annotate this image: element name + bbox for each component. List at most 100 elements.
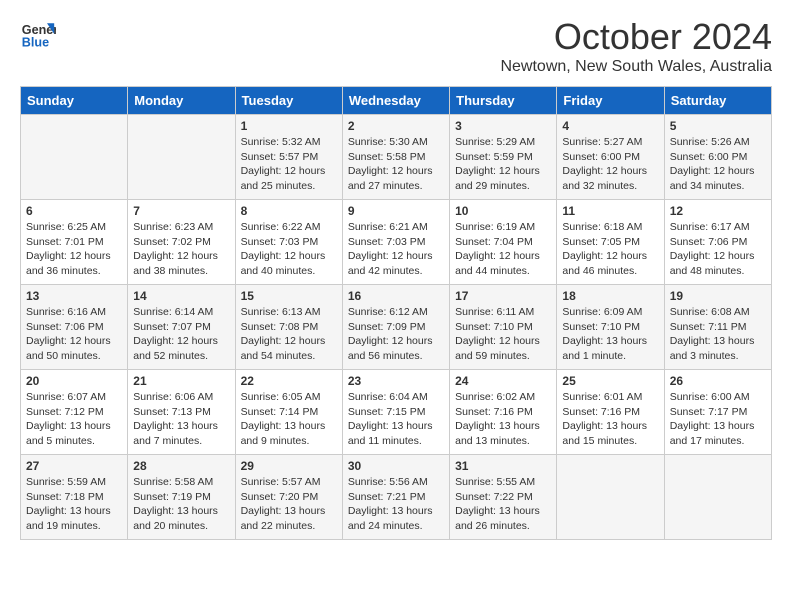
- calendar-cell: 22 Sunrise: 6:05 AM Sunset: 7:14 PM Dayli…: [235, 370, 342, 455]
- day-content: Sunrise: 6:14 AM Sunset: 7:07 PM Dayligh…: [133, 305, 229, 364]
- day-content: Sunrise: 6:01 AM Sunset: 7:16 PM Dayligh…: [562, 390, 658, 449]
- calendar-cell: 17 Sunrise: 6:11 AM Sunset: 7:10 PM Dayli…: [450, 285, 557, 370]
- day-content: Sunrise: 6:22 AM Sunset: 7:03 PM Dayligh…: [241, 220, 337, 279]
- day-content: Sunrise: 5:26 AM Sunset: 6:00 PM Dayligh…: [670, 135, 766, 194]
- title-area: October 2024 Newtown, New South Wales, A…: [500, 16, 772, 76]
- calendar-cell: 31 Sunrise: 5:55 AM Sunset: 7:22 PM Dayli…: [450, 455, 557, 540]
- day-number: 27: [26, 459, 122, 473]
- calendar-cell: 6 Sunrise: 6:25 AM Sunset: 7:01 PM Daylig…: [21, 200, 128, 285]
- day-number: 19: [670, 289, 766, 303]
- calendar-header-row: SundayMondayTuesdayWednesdayThursdayFrid…: [21, 87, 772, 115]
- page-header: General Blue October 2024 Newtown, New S…: [20, 16, 772, 76]
- day-content: Sunrise: 6:23 AM Sunset: 7:02 PM Dayligh…: [133, 220, 229, 279]
- calendar-cell: 10Sunrise: 6:19 AM Sunset: 7:04 PM Dayli…: [450, 200, 557, 285]
- day-number: 2: [348, 119, 444, 133]
- calendar-cell: 26Sunrise: 6:00 AM Sunset: 7:17 PM Dayli…: [664, 370, 771, 455]
- calendar-cell: 29 Sunrise: 5:57 AM Sunset: 7:20 PM Dayli…: [235, 455, 342, 540]
- day-number: 13: [26, 289, 122, 303]
- calendar-cell: 11 Sunrise: 6:18 AM Sunset: 7:05 PM Dayli…: [557, 200, 664, 285]
- day-number: 23: [348, 374, 444, 388]
- day-number: 17: [455, 289, 551, 303]
- day-content: Sunrise: 5:57 AM Sunset: 7:20 PM Dayligh…: [241, 475, 337, 534]
- day-content: Sunrise: 5:55 AM Sunset: 7:22 PM Dayligh…: [455, 475, 551, 534]
- day-number: 5: [670, 119, 766, 133]
- day-number: 15: [241, 289, 337, 303]
- day-content: Sunrise: 6:13 AM Sunset: 7:08 PM Dayligh…: [241, 305, 337, 364]
- day-number: 12: [670, 204, 766, 218]
- calendar-cell: 18Sunrise: 6:09 AM Sunset: 7:10 PM Dayli…: [557, 285, 664, 370]
- day-number: 6: [26, 204, 122, 218]
- calendar-week-row: 27Sunrise: 5:59 AM Sunset: 7:18 PM Dayli…: [21, 455, 772, 540]
- calendar-cell: 2Sunrise: 5:30 AM Sunset: 5:58 PM Daylig…: [342, 115, 449, 200]
- day-number: 8: [241, 204, 337, 218]
- calendar-cell: 5 Sunrise: 5:26 AM Sunset: 6:00 PM Daylig…: [664, 115, 771, 200]
- calendar-header-cell: Saturday: [664, 87, 771, 115]
- calendar-cell: [664, 455, 771, 540]
- logo-icon: General Blue: [20, 16, 56, 52]
- day-content: Sunrise: 5:56 AM Sunset: 7:21 PM Dayligh…: [348, 475, 444, 534]
- day-content: Sunrise: 6:17 AM Sunset: 7:06 PM Dayligh…: [670, 220, 766, 279]
- day-number: 4: [562, 119, 658, 133]
- calendar-cell: 20 Sunrise: 6:07 AM Sunset: 7:12 PM Dayli…: [21, 370, 128, 455]
- calendar-header-cell: Monday: [128, 87, 235, 115]
- calendar-cell: 15 Sunrise: 6:13 AM Sunset: 7:08 PM Dayli…: [235, 285, 342, 370]
- day-content: Sunrise: 6:06 AM Sunset: 7:13 PM Dayligh…: [133, 390, 229, 449]
- day-content: Sunrise: 6:09 AM Sunset: 7:10 PM Dayligh…: [562, 305, 658, 364]
- calendar-cell: 16 Sunrise: 6:12 AM Sunset: 7:09 PM Dayli…: [342, 285, 449, 370]
- day-content: Sunrise: 6:18 AM Sunset: 7:05 PM Dayligh…: [562, 220, 658, 279]
- calendar-cell: 25 Sunrise: 6:01 AM Sunset: 7:16 PM Dayli…: [557, 370, 664, 455]
- calendar-cell: 9Sunrise: 6:21 AM Sunset: 7:03 PM Daylig…: [342, 200, 449, 285]
- calendar-header-cell: Tuesday: [235, 87, 342, 115]
- day-content: Sunrise: 6:07 AM Sunset: 7:12 PM Dayligh…: [26, 390, 122, 449]
- calendar-cell: 4 Sunrise: 5:27 AM Sunset: 6:00 PM Daylig…: [557, 115, 664, 200]
- day-content: Sunrise: 6:12 AM Sunset: 7:09 PM Dayligh…: [348, 305, 444, 364]
- day-number: 28: [133, 459, 229, 473]
- calendar-cell: 23Sunrise: 6:04 AM Sunset: 7:15 PM Dayli…: [342, 370, 449, 455]
- svg-text:Blue: Blue: [22, 36, 49, 50]
- calendar-week-row: 6 Sunrise: 6:25 AM Sunset: 7:01 PM Daylig…: [21, 200, 772, 285]
- calendar-header-cell: Wednesday: [342, 87, 449, 115]
- day-content: Sunrise: 6:05 AM Sunset: 7:14 PM Dayligh…: [241, 390, 337, 449]
- calendar-cell: 7Sunrise: 6:23 AM Sunset: 7:02 PM Daylig…: [128, 200, 235, 285]
- day-content: Sunrise: 6:02 AM Sunset: 7:16 PM Dayligh…: [455, 390, 551, 449]
- calendar-cell: 19 Sunrise: 6:08 AM Sunset: 7:11 PM Dayli…: [664, 285, 771, 370]
- calendar-cell: 24 Sunrise: 6:02 AM Sunset: 7:16 PM Dayli…: [450, 370, 557, 455]
- calendar-week-row: 13 Sunrise: 6:16 AM Sunset: 7:06 PM Dayli…: [21, 285, 772, 370]
- day-number: 30: [348, 459, 444, 473]
- calendar-cell: 8 Sunrise: 6:22 AM Sunset: 7:03 PM Daylig…: [235, 200, 342, 285]
- day-content: Sunrise: 5:32 AM Sunset: 5:57 PM Dayligh…: [241, 135, 337, 194]
- calendar-week-row: 20 Sunrise: 6:07 AM Sunset: 7:12 PM Dayli…: [21, 370, 772, 455]
- day-number: 21: [133, 374, 229, 388]
- calendar-header-cell: Sunday: [21, 87, 128, 115]
- day-content: Sunrise: 6:16 AM Sunset: 7:06 PM Dayligh…: [26, 305, 122, 364]
- location-title: Newtown, New South Wales, Australia: [500, 58, 772, 76]
- day-content: Sunrise: 5:27 AM Sunset: 6:00 PM Dayligh…: [562, 135, 658, 194]
- calendar-cell: [21, 115, 128, 200]
- day-content: Sunrise: 6:11 AM Sunset: 7:10 PM Dayligh…: [455, 305, 551, 364]
- day-number: 31: [455, 459, 551, 473]
- day-number: 10: [455, 204, 551, 218]
- day-number: 25: [562, 374, 658, 388]
- day-number: 3: [455, 119, 551, 133]
- day-number: 26: [670, 374, 766, 388]
- day-content: Sunrise: 5:29 AM Sunset: 5:59 PM Dayligh…: [455, 135, 551, 194]
- day-number: 16: [348, 289, 444, 303]
- calendar-week-row: 1Sunrise: 5:32 AM Sunset: 5:57 PM Daylig…: [21, 115, 772, 200]
- calendar-cell: 30 Sunrise: 5:56 AM Sunset: 7:21 PM Dayli…: [342, 455, 449, 540]
- day-number: 22: [241, 374, 337, 388]
- calendar-cell: 21 Sunrise: 6:06 AM Sunset: 7:13 PM Dayli…: [128, 370, 235, 455]
- day-content: Sunrise: 6:21 AM Sunset: 7:03 PM Dayligh…: [348, 220, 444, 279]
- calendar-cell: [557, 455, 664, 540]
- day-number: 29: [241, 459, 337, 473]
- calendar-header-cell: Friday: [557, 87, 664, 115]
- day-content: Sunrise: 6:25 AM Sunset: 7:01 PM Dayligh…: [26, 220, 122, 279]
- calendar-cell: 1Sunrise: 5:32 AM Sunset: 5:57 PM Daylig…: [235, 115, 342, 200]
- calendar-cell: 28Sunrise: 5:58 AM Sunset: 7:19 PM Dayli…: [128, 455, 235, 540]
- day-number: 20: [26, 374, 122, 388]
- logo: General Blue: [20, 16, 56, 52]
- day-content: Sunrise: 6:08 AM Sunset: 7:11 PM Dayligh…: [670, 305, 766, 364]
- calendar-table: SundayMondayTuesdayWednesdayThursdayFrid…: [20, 86, 772, 540]
- day-number: 11: [562, 204, 658, 218]
- day-number: 24: [455, 374, 551, 388]
- calendar-header-cell: Thursday: [450, 87, 557, 115]
